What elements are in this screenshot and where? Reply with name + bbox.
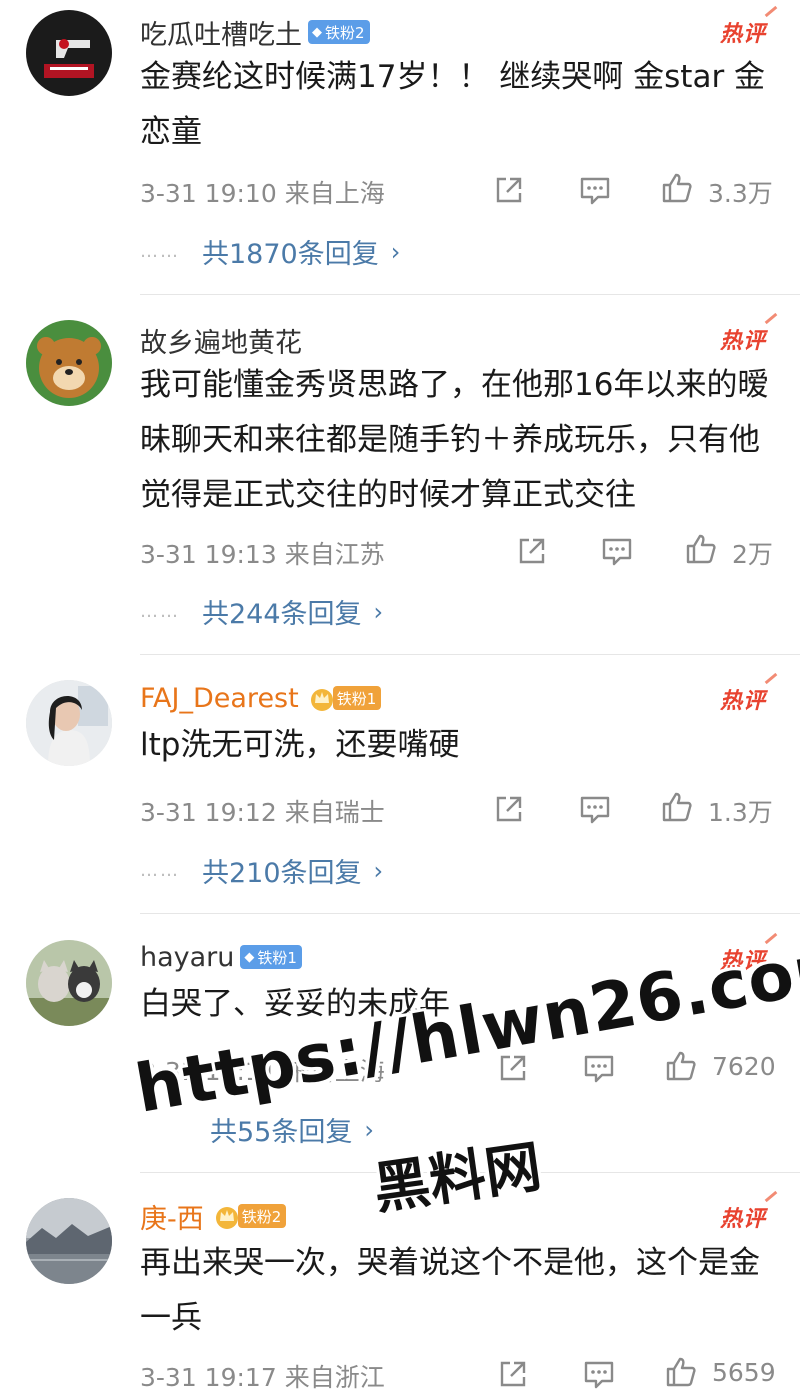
- reply-icon[interactable]: [582, 1357, 616, 1391]
- fan-badge: 铁粉2: [237, 1204, 287, 1228]
- user-avatar[interactable]: [26, 1198, 112, 1284]
- like-icon[interactable]: [664, 1355, 698, 1389]
- fan-badge-label: 铁粉2: [241, 1207, 282, 1226]
- share-icon[interactable]: [496, 1357, 530, 1391]
- user-row: 庚-西 铁粉2: [140, 1196, 287, 1236]
- comment-location: 来自浙江: [284, 1363, 385, 1392]
- comment-meta: 3-31 19:17 来自浙江: [140, 1358, 385, 1394]
- comment-time: 3-31 19:17: [140, 1363, 277, 1392]
- comment-text: 再出来哭一次，哭着说这个不是他，这个是金一兵: [140, 1245, 760, 1336]
- username[interactable]: 庚-西: [140, 1197, 204, 1236]
- hot-comment-tag: 热评: [720, 1201, 766, 1233]
